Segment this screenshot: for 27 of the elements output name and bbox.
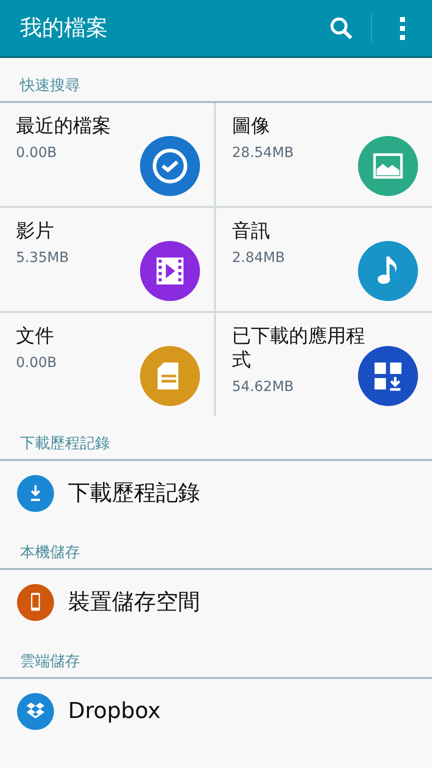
section-header: 下載歷程記錄	[20, 434, 110, 453]
list-item[interactable]: 下載歷程記錄	[68, 478, 200, 508]
category-size: 5.35MB	[16, 250, 70, 266]
section-header: 雲端儲存	[20, 652, 80, 671]
list-item[interactable]: 裝置儲存空間	[68, 587, 200, 617]
category-name: 文件	[16, 325, 55, 349]
category-name: 影片	[16, 220, 55, 244]
category-tile[interactable]: 文件 0.00B	[0, 313, 216, 416]
category-size: 0.00B	[16, 144, 58, 161]
category-size: 0.00B	[16, 354, 58, 371]
category-size: 28.54MB	[232, 144, 295, 161]
category-tile[interactable]: 影片 5.35MB	[0, 208, 216, 313]
category-size: 54.62MB	[232, 378, 295, 394]
category-name: 已下載的應用程式	[232, 325, 366, 372]
category-tile[interactable]: 圖像 28.54MB	[216, 103, 432, 208]
section-header: 本機儲存	[20, 543, 80, 562]
category-name: 音訊	[232, 220, 271, 244]
search-icon[interactable]	[329, 16, 353, 40]
category-size: 2.84MB	[232, 250, 286, 266]
category-name: 最近的檔案	[16, 115, 112, 139]
category-tile[interactable]: 音訊 2.84MB	[216, 208, 432, 313]
list-item[interactable]: Dropbox	[68, 698, 161, 724]
section-header: 快速搜尋	[20, 76, 80, 95]
category-tile[interactable]: 已下載的應用程式 54.62MB	[216, 313, 432, 416]
app-title: 我的檔案	[20, 15, 109, 43]
category-tile[interactable]: 最近的檔案 0.00B	[0, 103, 216, 208]
category-name: 圖像	[232, 115, 271, 139]
